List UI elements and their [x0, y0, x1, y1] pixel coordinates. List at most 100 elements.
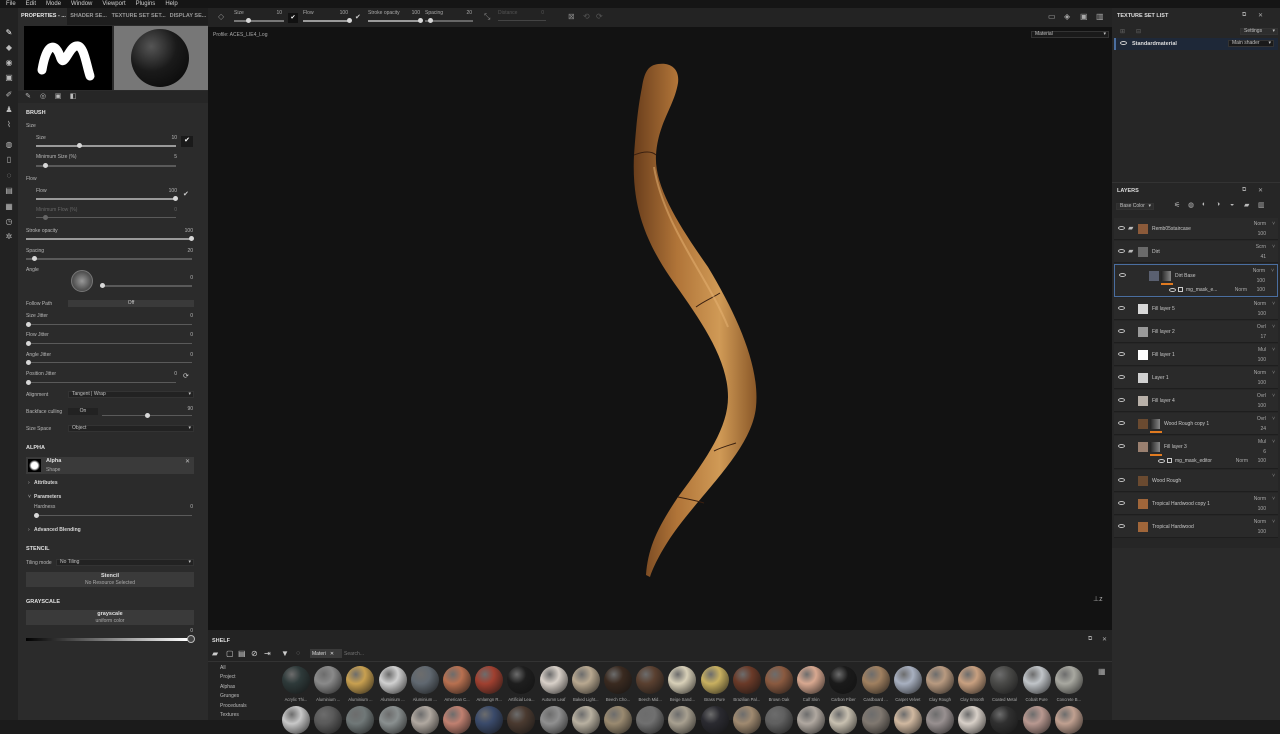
topbar-size-handle[interactable] — [246, 18, 251, 23]
camera-icon[interactable]: ◌ — [4, 171, 14, 181]
texture-set-settings[interactable]: Settings — [1240, 28, 1278, 35]
redo-icon[interactable]: ⟳ — [596, 12, 603, 21]
chevron-down-icon[interactable]: ˅ — [1272, 473, 1275, 479]
chevron-down-icon[interactable]: ˅ — [1272, 221, 1275, 227]
material-icon[interactable]: ◎ — [38, 92, 48, 102]
shelf-search-input[interactable] — [344, 649, 1084, 658]
chevron-down-icon[interactable]: ˅ — [1272, 439, 1275, 445]
position-jitter-slider[interactable] — [26, 382, 176, 383]
blend-mode[interactable]: Norm — [1254, 370, 1266, 376]
menu-edit[interactable]: Edit — [26, 1, 36, 7]
follow-path-toggle[interactable]: Off — [68, 300, 194, 307]
material-thumbnail[interactable] — [378, 706, 407, 734]
grid-view-icon[interactable]: ▦ — [1098, 667, 1106, 676]
staircase-model[interactable] — [208, 27, 1112, 630]
angle-slider[interactable] — [100, 285, 192, 287]
filter-icon[interactable]: ▼ — [281, 649, 289, 658]
chevron-down-icon[interactable]: ˅ — [1272, 301, 1275, 307]
viewport-mode-icon[interactable]: ▭ — [1048, 12, 1056, 21]
material-thumbnail[interactable] — [346, 706, 375, 734]
material-thumbnail[interactable] — [604, 666, 632, 694]
flow-jitter-value[interactable]: 0 — [173, 332, 193, 338]
flow-jitter-slider[interactable] — [26, 343, 192, 344]
layer-row[interactable]: Layer 1 Norm 100 ˅ — [1114, 367, 1278, 389]
geometry-fill-icon[interactable]: ▣ — [4, 73, 14, 83]
grayscale-resource[interactable]: grayscale uniform color — [26, 610, 194, 625]
material-thumbnail[interactable] — [1054, 706, 1083, 734]
alignment-select[interactable]: Tangent | Wrap — [68, 391, 194, 398]
min-size-value[interactable]: 5 — [157, 154, 177, 160]
mask-opacity[interactable]: 100 — [1257, 287, 1265, 293]
blend-mode[interactable]: Norm — [1253, 268, 1265, 274]
flow-pressure-icon[interactable]: ✔ — [355, 13, 361, 21]
material-thumbnail[interactable] — [797, 666, 826, 694]
size-value[interactable]: 10 — [157, 135, 177, 141]
layer-opacity[interactable]: 100 — [1258, 529, 1266, 535]
eye-icon[interactable] — [1118, 249, 1125, 253]
tab-texture-set-settings[interactable]: TEXTURE SET SET... — [109, 8, 167, 25]
material-thumbnail[interactable] — [990, 706, 1019, 734]
material-thumbnail[interactable] — [604, 706, 632, 734]
eye-icon[interactable] — [1158, 459, 1165, 463]
eye-icon[interactable] — [1118, 306, 1125, 310]
brush-icon[interactable]: ✎ — [23, 92, 33, 102]
layer-opacity[interactable]: 24 — [1260, 426, 1266, 432]
layer-opacity[interactable]: 6 — [1263, 449, 1266, 455]
menu-viewport[interactable]: Viewport — [102, 1, 125, 7]
chevron-right-icon[interactable]: › — [28, 480, 30, 486]
hardness-handle[interactable] — [34, 513, 39, 518]
close-icon[interactable]: ✕ — [330, 651, 334, 657]
topbar-flow-slider[interactable] — [303, 20, 351, 22]
size-pressure-icon[interactable]: ✔ — [288, 13, 298, 23]
blend-mode[interactable]: Scrn — [1256, 244, 1266, 250]
material-thumbnail[interactable] — [829, 706, 858, 734]
position-jitter-value[interactable]: 0 — [157, 371, 177, 377]
flow-slider[interactable] — [36, 198, 176, 200]
eye-icon[interactable] — [1118, 501, 1125, 505]
topbar-stroke-value[interactable]: 100 — [406, 10, 420, 16]
folder-icon[interactable]: ▰ — [212, 649, 218, 658]
layer-row[interactable]: Fill layer 2 Ovrl 17 ˅ — [1114, 321, 1278, 343]
layer-row[interactable]: ▰ Remb05staircase Norm 100 ˅ — [1114, 218, 1278, 240]
topbar-flow-handle[interactable] — [347, 18, 352, 23]
material-thumbnail[interactable] — [861, 706, 890, 734]
layer-row[interactable]: Fill layer 5 Norm 100 ˅ — [1114, 298, 1278, 320]
material-thumbnail[interactable] — [1022, 706, 1051, 734]
filter-tag[interactable]: Materi ✕ — [310, 649, 342, 658]
pen-pressure-icon[interactable]: ✔ — [181, 136, 193, 147]
shelf-category-grunges[interactable]: Grunges — [220, 693, 247, 702]
size-jitter-value[interactable]: 0 — [173, 313, 193, 319]
layer-opacity[interactable]: 100 — [1258, 231, 1266, 237]
material-thumbnail[interactable] — [732, 666, 761, 694]
layer-opacity[interactable]: 100 — [1257, 278, 1265, 284]
add-fill-layer-icon[interactable]: ◑ — [1216, 201, 1220, 208]
eye-icon[interactable] — [1118, 398, 1125, 402]
eye-icon[interactable] — [1118, 226, 1125, 230]
layer-row[interactable]: Wood Rough copy 1 Ovrl 24 ˅ — [1114, 413, 1278, 435]
stroke-opacity-slider[interactable] — [26, 238, 192, 240]
topbar-stroke-handle[interactable] — [418, 18, 423, 23]
settings-icon[interactable]: ✲ — [4, 232, 14, 242]
material-thumbnail[interactable] — [475, 706, 504, 734]
lazy-mouse-icon[interactable]: ⟳ — [183, 372, 189, 380]
export-icon[interactable]: ⇥ — [264, 649, 271, 658]
parameters-toggle[interactable]: Parameters — [34, 494, 61, 500]
blend-mode[interactable]: Ovrl — [1257, 416, 1266, 422]
material-thumbnail[interactable] — [732, 706, 761, 734]
chevron-down-icon[interactable]: ˅ — [1271, 268, 1274, 274]
material-thumbnail[interactable] — [539, 666, 568, 694]
material-thumbnail[interactable] — [958, 706, 987, 734]
stencil-icon[interactable]: ▣ — [53, 92, 63, 102]
material-thumbnail[interactable] — [990, 666, 1019, 694]
flow-slider-handle[interactable] — [173, 196, 178, 201]
symmetry-icon[interactable]: ⊠ — [568, 12, 575, 21]
material-thumbnail[interactable] — [636, 666, 665, 694]
angle-jitter-handle[interactable] — [26, 360, 31, 365]
size-slider[interactable] — [36, 145, 176, 147]
eye-icon[interactable] — [1118, 421, 1125, 425]
size-space-select[interactable]: Object — [68, 425, 194, 432]
layer-opacity[interactable]: 100 — [1258, 357, 1266, 363]
screenshot-icon[interactable]: ▣ — [1080, 12, 1088, 21]
color-picker-icon[interactable]: ⌇ — [4, 120, 14, 130]
material-thumbnail[interactable] — [346, 666, 375, 694]
